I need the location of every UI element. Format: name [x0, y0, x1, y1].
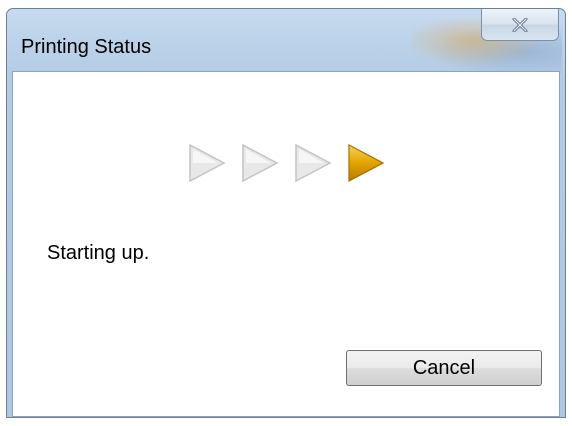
- step-1-triangle-icon: [189, 143, 226, 183]
- step-4-active-triangle-icon: [348, 144, 385, 182]
- progress-indicator: [187, 142, 386, 184]
- step-3-triangle-icon: [295, 143, 332, 183]
- close-button[interactable]: [481, 9, 559, 41]
- close-icon: [512, 17, 528, 32]
- window-title: Printing Status: [21, 36, 152, 58]
- step-2-triangle-icon: [242, 143, 279, 183]
- dialog-content: Starting up. Cancel: [12, 71, 560, 417]
- status-message: Starting up.: [47, 242, 150, 264]
- printing-status-dialog: Printing Status Starting up. Cancel: [6, 8, 566, 418]
- cancel-button[interactable]: Cancel: [346, 350, 542, 386]
